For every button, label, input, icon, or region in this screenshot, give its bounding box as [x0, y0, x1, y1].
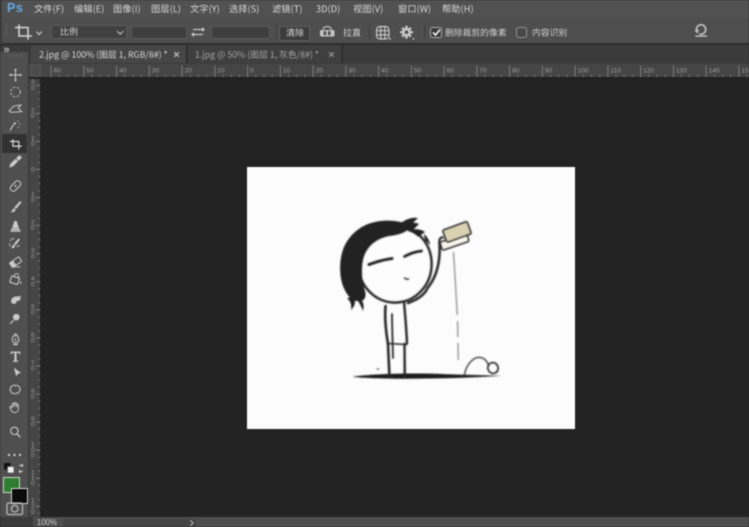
- svg-text:40: 40: [119, 68, 127, 75]
- svg-text:20: 20: [316, 68, 324, 75]
- svg-text:110: 110: [610, 68, 621, 75]
- svg-text:100: 100: [578, 68, 589, 75]
- svg-text:140: 140: [709, 68, 720, 75]
- svg-text:0: 0: [31, 394, 35, 401]
- svg-text:0: 0: [31, 481, 35, 488]
- svg-text:70: 70: [479, 68, 487, 75]
- svg-text:10: 10: [283, 68, 291, 75]
- svg-text:0: 0: [31, 197, 35, 204]
- svg-text:0: 0: [31, 141, 35, 148]
- svg-text:0: 0: [31, 310, 35, 317]
- svg-text:150: 150: [741, 68, 749, 75]
- svg-text:0: 0: [31, 422, 35, 429]
- svg-text:0: 0: [31, 281, 35, 288]
- svg-text:50: 50: [86, 68, 94, 75]
- svg-text:0: 0: [31, 253, 35, 260]
- svg-text:0: 0: [31, 166, 35, 173]
- svg-text:0: 0: [250, 68, 254, 75]
- svg-text:0: 0: [31, 366, 35, 373]
- svg-text:90: 90: [545, 68, 553, 75]
- svg-text:0: 0: [31, 85, 35, 92]
- svg-text:60: 60: [54, 68, 62, 75]
- svg-text:80: 80: [512, 68, 520, 75]
- svg-text:130: 130: [676, 68, 687, 75]
- svg-text:30: 30: [348, 68, 356, 75]
- svg-text:30: 30: [152, 68, 160, 75]
- svg-text:120: 120: [643, 68, 654, 75]
- svg-text:20: 20: [185, 68, 193, 75]
- svg-text:0: 0: [31, 225, 35, 232]
- svg-text:10: 10: [217, 68, 225, 75]
- svg-text:0: 0: [31, 453, 35, 460]
- svg-text:50: 50: [414, 68, 422, 75]
- svg-text:60: 60: [447, 68, 455, 75]
- svg-text:0: 0: [31, 338, 35, 345]
- svg-text:0: 0: [31, 509, 35, 516]
- svg-text:40: 40: [381, 68, 389, 75]
- svg-text:0: 0: [31, 113, 35, 120]
